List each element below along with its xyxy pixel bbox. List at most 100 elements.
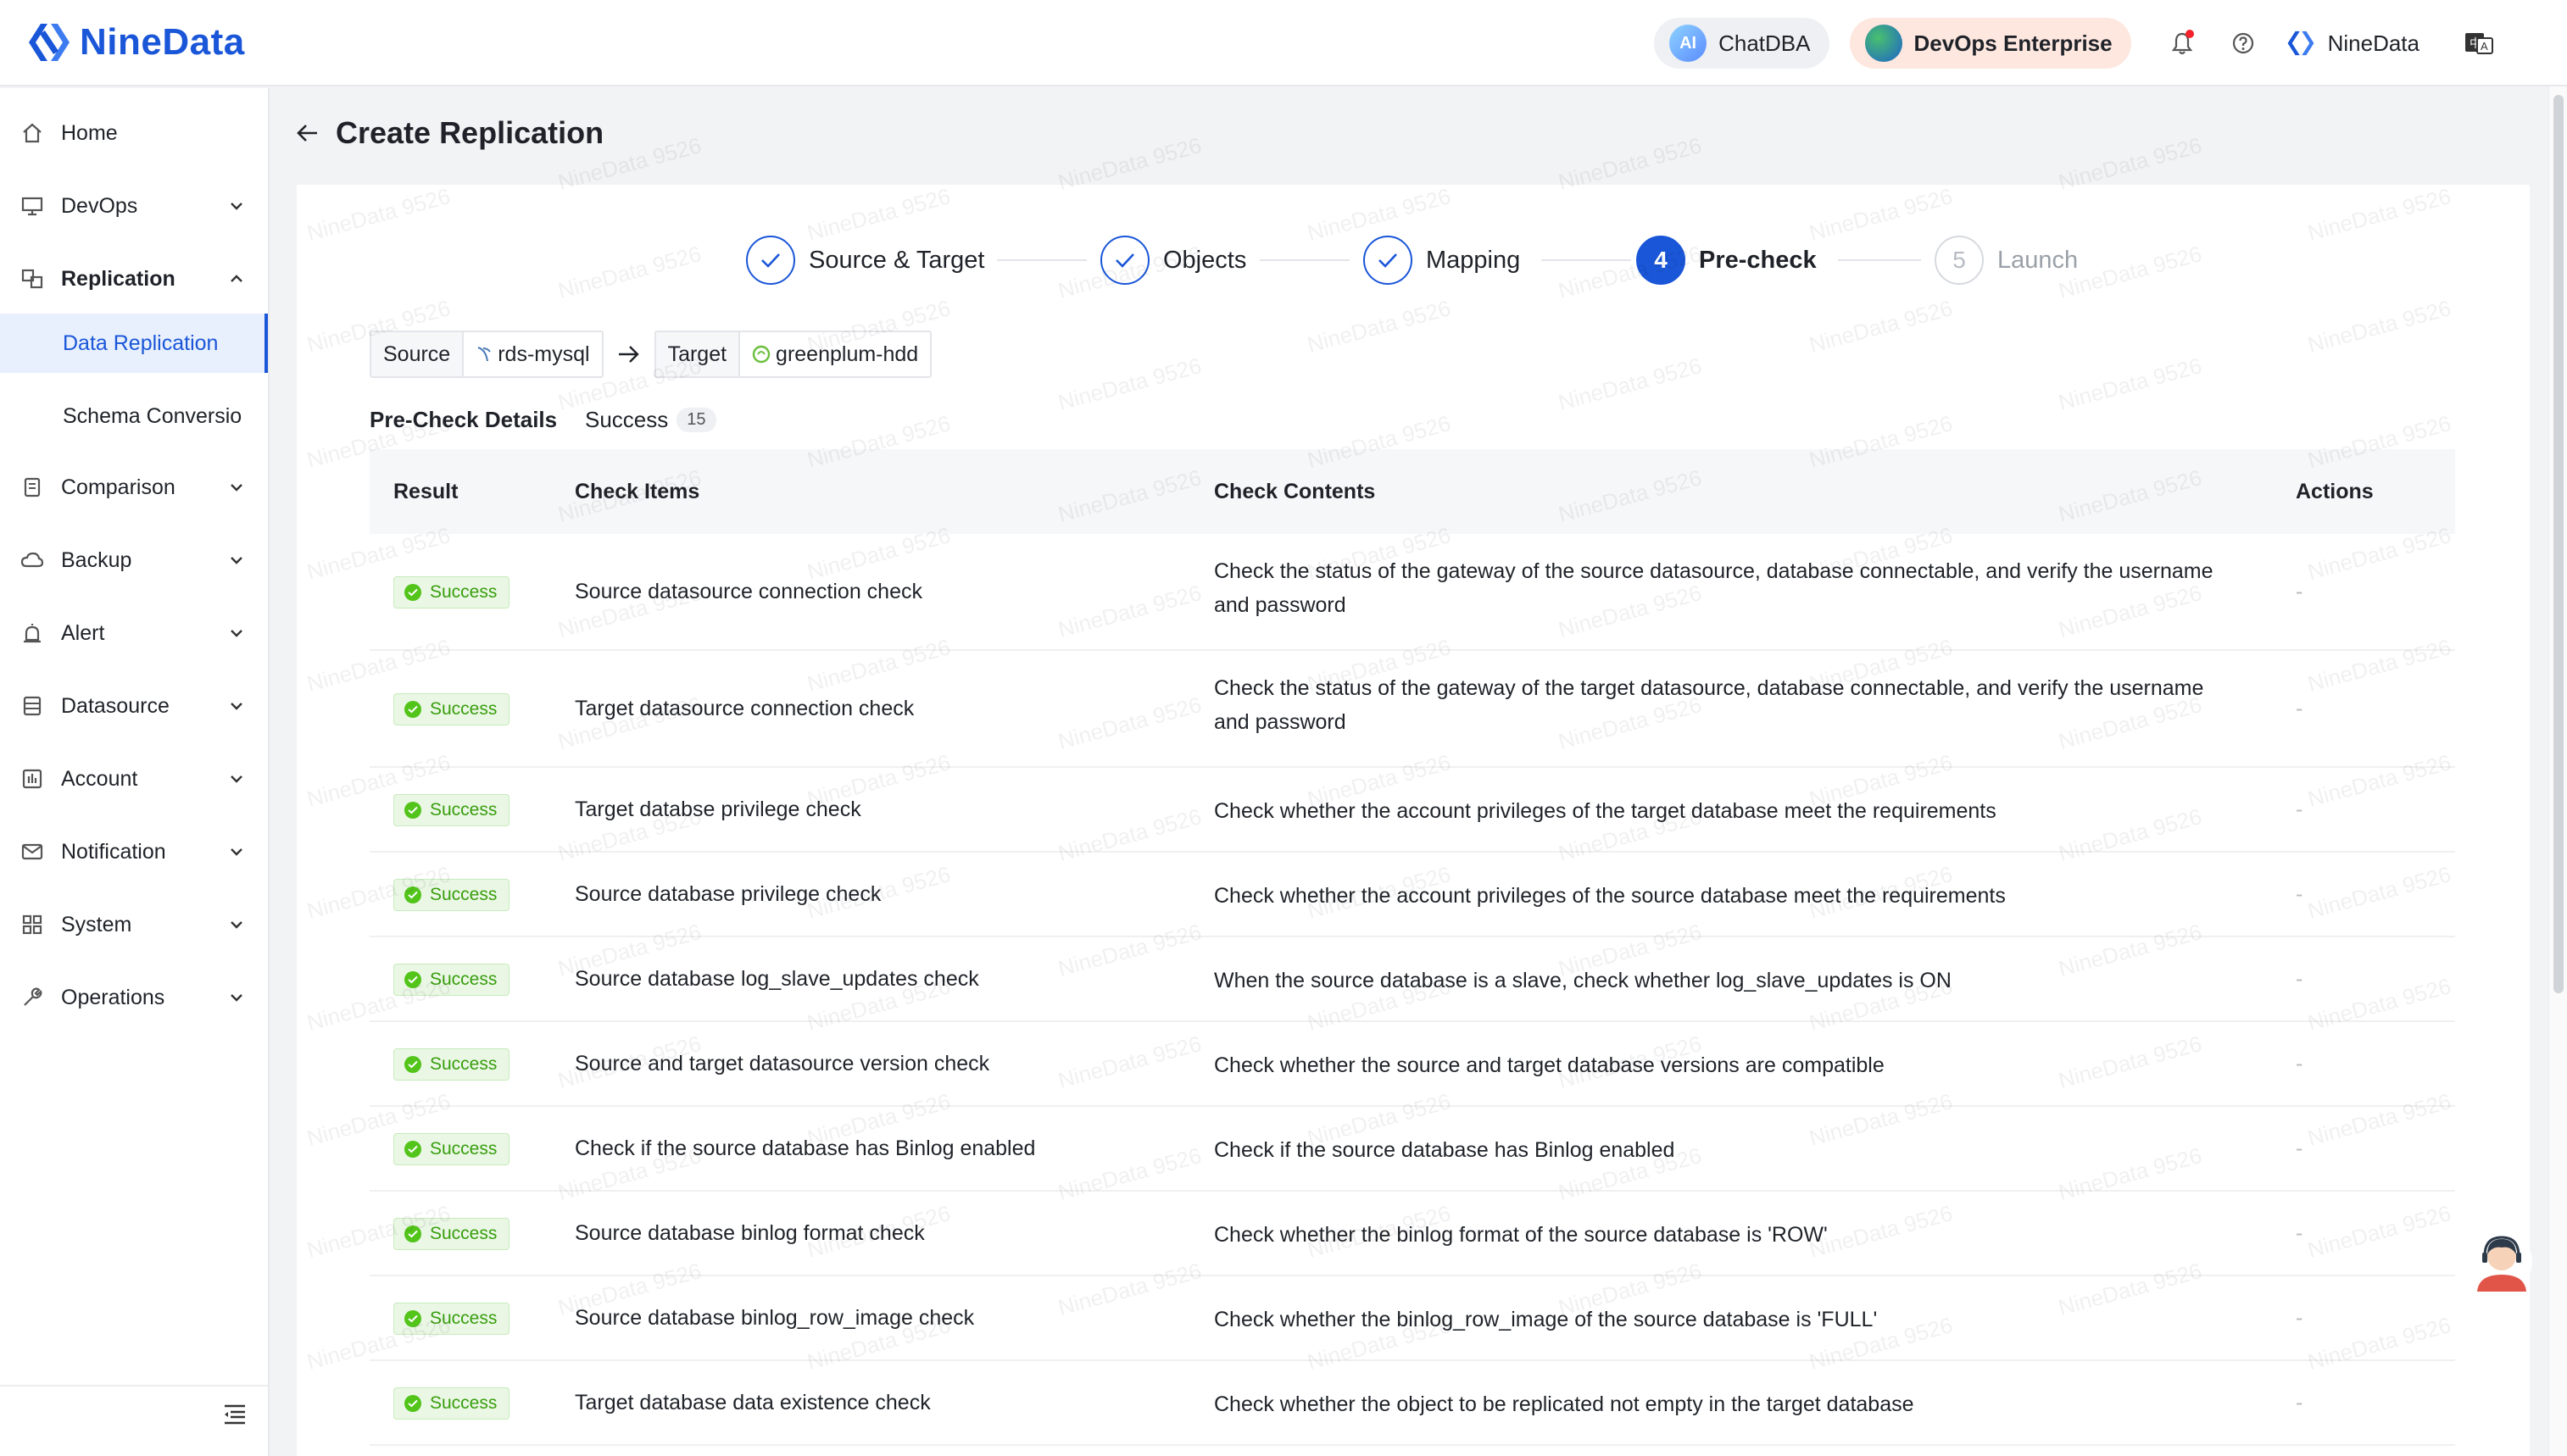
table-body: Success Source datasource connection chec… [370,534,2455,1446]
sidebar-item-schema-conversion[interactable]: Schema Conversio [0,386,268,446]
check-contents: Check whether the object to be replicate… [1214,1392,1914,1416]
grid-icon [20,913,44,936]
replication-icon [20,267,44,291]
table-row: Success Target datasource connection chec… [370,651,2455,768]
user-menu[interactable]: NineData [2286,28,2419,58]
row-action: - [2296,1306,2303,1330]
sidebar-item-label: Home [61,120,118,145]
help-icon[interactable] [2226,26,2260,60]
user-logo-icon [2287,31,2314,56]
sidebar-item-home[interactable]: Home [0,103,268,163]
main-card: Source & Target Objects Mapping 4 Pre-ch… [297,132,2530,1456]
back-arrow-icon[interactable] [295,120,320,146]
source-value: rds-mysql [464,332,601,376]
sidebar-item-account[interactable]: Account [0,749,268,809]
table-row: Success Target databse privilege check Che… [370,768,2455,853]
sidebar-item-alert[interactable]: Alert [0,603,268,663]
step-objects[interactable]: Objects [1100,234,1246,286]
watermark-text: NineData 9526 [1806,183,1956,246]
check-item: Source database binlog_row_image check [575,1306,975,1330]
logo-text: NineData [80,21,245,63]
status-badge-label: Success [430,885,498,904]
watermark-text: NineData 9526 [1555,353,1705,415]
assistant-avatar-icon[interactable] [2470,1227,2533,1297]
source-value-text: rds-mysql [498,342,590,366]
sidebar-item-backup[interactable]: Backup [0,531,268,590]
watermark-text: NineData 9526 [2304,295,2454,358]
watermark-text: NineData 9526 [2055,353,2205,415]
status-badge-label: Success [430,800,498,820]
sidebar-item-system[interactable]: System [0,895,268,954]
sidebar-item-devops[interactable]: DevOps [0,176,268,236]
watermark-text: NineData 9526 [2055,132,2205,195]
sidebar-item-operations[interactable]: Operations [0,968,268,1027]
success-filter[interactable]: Success 15 [585,407,716,433]
row-action: - [2296,967,2303,991]
step-mapping[interactable]: Mapping [1363,234,1520,286]
sidebar-item-replication[interactable]: Replication [0,249,268,308]
watermark-text: NineData 9526 [1555,132,1705,195]
chevron-down-icon [231,484,242,492]
chatdba-button[interactable]: AI ChatDBA [1654,18,1829,69]
step-label: Mapping [1426,246,1521,274]
check-icon [1363,236,1412,285]
check-item: Source database log_slave_updates check [575,967,979,991]
scrollbar-thumb[interactable] [2553,95,2564,993]
status-badge: Success [393,1303,510,1335]
check-contents: Check whether the account privileges of … [1214,799,1996,823]
success-check-icon [404,1225,421,1242]
status-badge-label: Success [430,1054,498,1074]
arrow-right-icon [618,346,639,363]
user-name: NineData [2327,30,2419,56]
devops-enterprise-label: DevOps Enterprise [1913,30,2113,56]
chevron-down-icon [231,630,242,637]
check-contents: Check whether the binlog_row_image of th… [1214,1308,1878,1331]
table-row: Success Source datasource connection chec… [370,534,2455,651]
step-label: Source & Target [809,246,985,274]
cloud-icon [20,548,44,572]
precheck-details-title: Pre-Check Details [370,407,558,432]
watermark-text: NineData 9526 [1055,353,1205,415]
check-contents: Check the status of the gateway of the s… [1214,559,2213,617]
notification-dot [2185,30,2194,38]
step-source-target[interactable]: Source & Target [746,234,984,286]
table-row: Success Source database binlog_row_image … [370,1276,2455,1361]
table-header: Result Check Items Check Contents Action… [370,449,2455,534]
language-icon[interactable]: 中A [2462,26,2496,60]
watermark-text: NineData 9526 [1055,132,1205,195]
row-action: - [2296,1221,2303,1245]
check-item: Source database privilege check [575,882,882,906]
status-badge-label: Success [430,1393,498,1413]
sidebar-item-datasource[interactable]: Datasource [0,676,268,736]
bell-icon[interactable] [2165,26,2199,60]
step-launch[interactable]: 5 Launch [1935,234,2078,286]
source-label: Source [371,332,465,376]
page-scrollbar[interactable] [2548,86,2567,1456]
status-badge-label: Success [430,1309,498,1328]
row-action: - [2296,1391,2303,1414]
watermark-text: NineData 9526 [2055,241,2205,303]
step-pre-check[interactable]: 4 Pre-check [1636,234,1817,286]
document-icon [20,475,44,499]
sidebar-item-label: Operations [61,985,165,1009]
watermark-text: NineData 9526 [2304,183,2454,246]
sidebar-item-data-replication[interactable]: Data Replication [0,314,268,373]
step-connector [1260,259,1350,261]
sidebar-item-comparison[interactable]: Comparison [0,458,268,517]
chevron-down-icon [231,848,242,856]
status-badge: Success [393,1048,510,1081]
success-count-badge: 15 [677,408,716,432]
chevron-down-icon [231,203,242,210]
status-badge: Success [393,576,510,609]
watermark-text: NineData 9526 [1806,295,1956,358]
table-row: Success Source and target datasource vers… [370,1022,2455,1107]
devops-enterprise-button[interactable]: DevOps Enterprise [1849,18,2131,69]
row-action: - [2296,697,2303,720]
status-badge: Success [393,1218,510,1250]
sidebar-item-notification[interactable]: Notification [0,822,268,881]
check-contents: Check if the source database has Binlog … [1214,1138,1675,1162]
sidebar-item-label: Comparison [61,475,175,499]
check-item: Check if the source database has Binlog … [575,1136,1036,1160]
logo[interactable]: NineData [25,19,245,66]
collapse-sidebar-icon[interactable] [222,1402,248,1427]
